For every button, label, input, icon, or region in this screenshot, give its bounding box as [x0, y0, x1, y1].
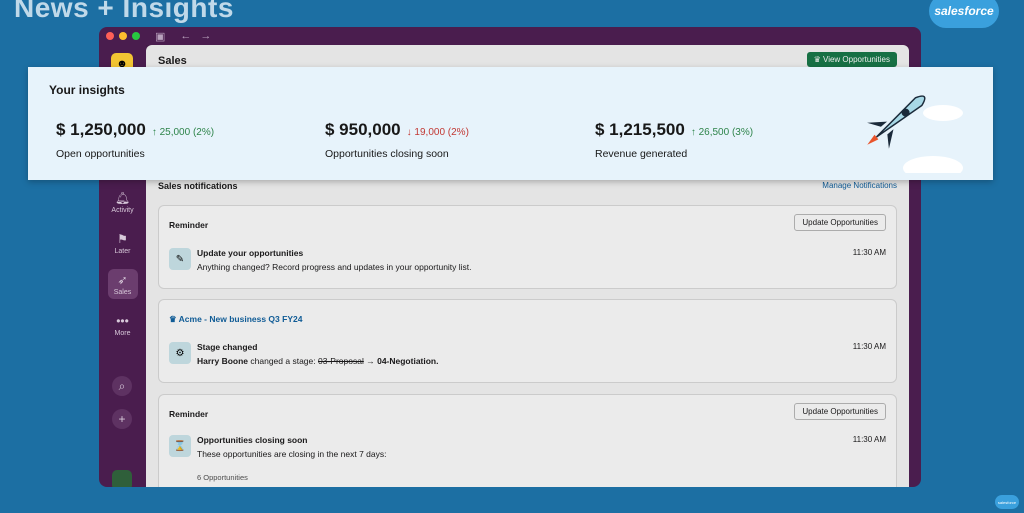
metric-delta: ↑ 25,000 (2%) — [151, 127, 215, 138]
bookmark-icon: ⚑ — [117, 231, 128, 246]
rail-item-later[interactable]: ⚑ Later — [99, 228, 146, 258]
salesforce-logo-small: salesforce — [995, 495, 1019, 509]
slide-title: News + Insights — [14, 0, 234, 23]
metric-open-opportunities: $ 1,250,000 ↑ 25,000 (2%) Open opportunit… — [56, 120, 214, 160]
avatar[interactable] — [112, 470, 132, 487]
metric-value: $ 1,250,000 — [56, 120, 146, 139]
close-window-button[interactable] — [106, 32, 114, 40]
rocket-icon: ➶ — [117, 272, 128, 287]
back-arrow-icon[interactable]: ← — [180, 30, 191, 42]
search-icon[interactable]: ⌕ — [112, 376, 132, 396]
minimize-window-button[interactable] — [119, 32, 127, 40]
rocket-illustration — [867, 95, 963, 173]
metric-label: Opportunities closing soon — [325, 148, 449, 160]
insights-title: Your insights — [49, 83, 125, 97]
metric-label: Revenue generated — [595, 148, 688, 160]
metric-label: Open opportunities — [56, 148, 145, 160]
rail-label: More — [114, 329, 131, 337]
metric-value: $ 950,000 — [325, 120, 401, 139]
metric-delta: ↓ 19,000 (2%) — [406, 127, 469, 138]
metric-revenue-generated: $ 1,215,500 ↑ 26,500 (3%) Revenue generat… — [595, 120, 753, 160]
metric-delta: ↑ 26,500 (3%) — [690, 127, 754, 138]
rail-label: Activity — [111, 206, 134, 214]
bell-icon: 🔔︎ — [114, 190, 131, 205]
rail-item-activity[interactable]: 🔔︎ Activity — [99, 187, 146, 217]
salesforce-logo: salesforce — [929, 0, 999, 28]
insights-panel: Your insights $ 1,250,000 ↑ 25,000 (2%) O… — [28, 67, 993, 180]
ellipsis-icon: ••• — [116, 313, 129, 328]
rail-item-sales[interactable]: ➶ Sales — [99, 269, 146, 299]
forward-arrow-icon[interactable]: → — [200, 30, 211, 42]
rail-item-more[interactable]: ••• More — [99, 310, 146, 340]
metric-value: $ 1,215,500 — [595, 120, 685, 139]
add-icon[interactable]: + — [112, 409, 132, 429]
sidebar-toggle-icon[interactable]: ▣ — [155, 30, 165, 43]
title-bar: ▣ ← → — [99, 27, 921, 45]
maximize-window-button[interactable] — [132, 32, 140, 40]
metric-closing-soon: $ 950,000 ↓ 19,000 (2%) Opportunities clo… — [325, 120, 469, 160]
rail-label: Sales — [113, 288, 132, 296]
rail-label: Later — [114, 247, 131, 255]
